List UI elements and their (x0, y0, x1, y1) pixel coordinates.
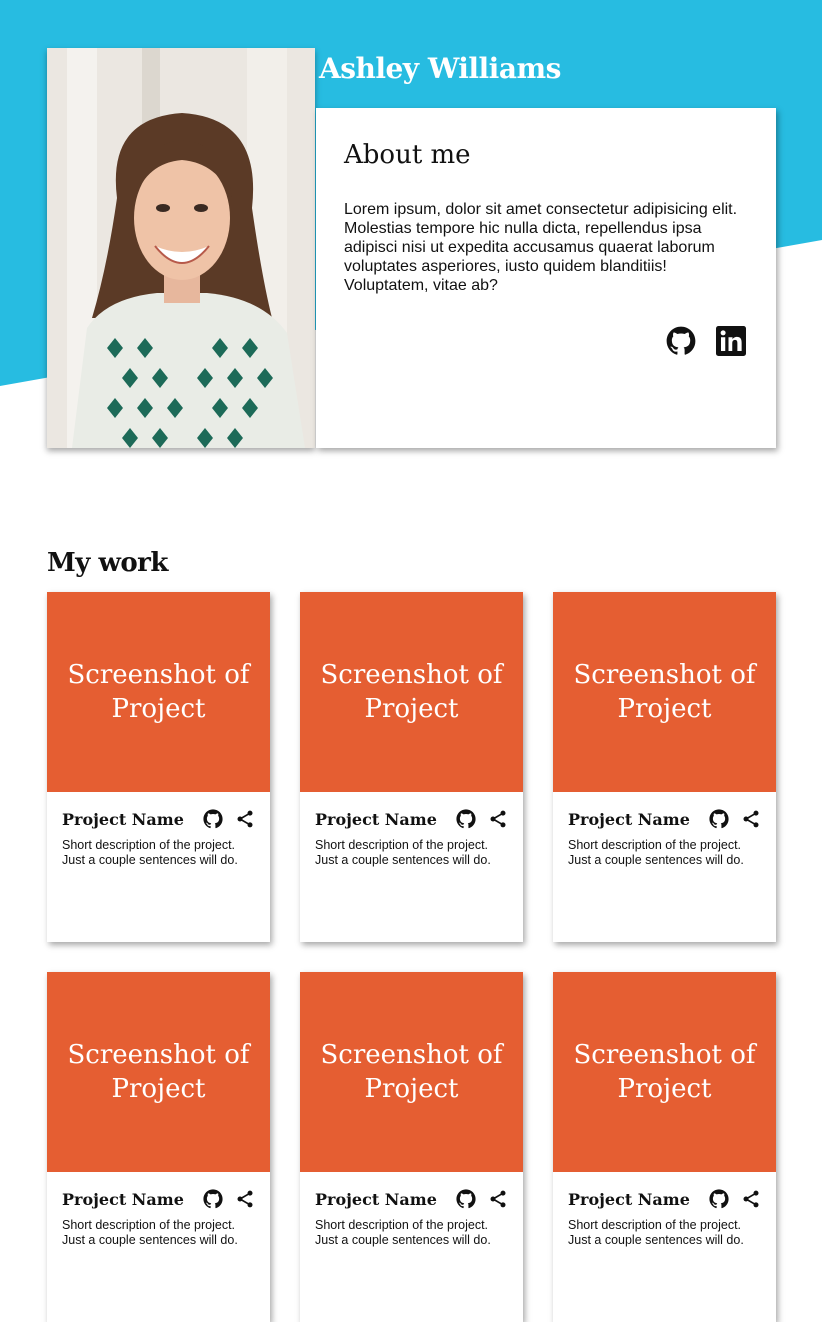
share-icon[interactable] (741, 1189, 761, 1209)
project-card: Screenshot of Project Project Name Short… (47, 592, 270, 942)
project-description: Short description of the project. Just a… (315, 1218, 491, 1247)
project-card: Screenshot of Project Project Name Short… (47, 972, 270, 1322)
project-screenshot-label: Screenshot of Project (573, 660, 756, 724)
project-description: Short description of the project. Just a… (568, 1218, 744, 1247)
about-heading: About me (344, 140, 471, 170)
github-icon[interactable] (203, 1189, 223, 1209)
share-icon[interactable] (488, 809, 508, 829)
github-icon[interactable] (456, 1189, 476, 1209)
project-description: Short description of the project. Just a… (62, 1218, 238, 1247)
project-screenshot[interactable]: Screenshot of Project (47, 592, 270, 792)
social-links (666, 326, 746, 356)
project-description: Short description of the project. Just a… (568, 838, 744, 867)
github-icon[interactable] (666, 326, 696, 356)
share-icon[interactable] (235, 809, 255, 829)
project-name: Project Name (62, 809, 184, 829)
share-icon[interactable] (488, 1189, 508, 1209)
project-screenshot[interactable]: Screenshot of Project (300, 592, 523, 792)
about-card: About me Lorem ipsum, dolor sit amet con… (316, 108, 776, 448)
project-screenshot[interactable]: Screenshot of Project (553, 972, 776, 1172)
project-screenshot-label: Screenshot of Project (320, 1040, 503, 1104)
project-name: Project Name (568, 809, 690, 829)
project-screenshot-label: Screenshot of Project (67, 660, 250, 724)
project-screenshot[interactable]: Screenshot of Project (553, 592, 776, 792)
project-screenshot-label: Screenshot of Project (320, 660, 503, 724)
project-name: Project Name (62, 1189, 184, 1209)
project-card: Screenshot of Project Project Name Short… (300, 592, 523, 942)
project-card: Screenshot of Project Project Name Short… (553, 972, 776, 1322)
github-icon[interactable] (709, 809, 729, 829)
project-grid: Screenshot of Project Project Name Short… (47, 592, 776, 1322)
project-name: Project Name (568, 1189, 690, 1209)
share-icon[interactable] (741, 809, 761, 829)
github-icon[interactable] (456, 809, 476, 829)
profile-name: Ashley Williams (319, 52, 561, 85)
project-screenshot-label: Screenshot of Project (67, 1040, 250, 1104)
project-screenshot[interactable]: Screenshot of Project (47, 972, 270, 1172)
github-icon[interactable] (203, 809, 223, 829)
project-card: Screenshot of Project Project Name Short… (553, 592, 776, 942)
project-name: Project Name (315, 1189, 437, 1209)
profile-photo (47, 48, 315, 448)
github-icon[interactable] (709, 1189, 729, 1209)
project-screenshot[interactable]: Screenshot of Project (300, 972, 523, 1172)
project-card: Screenshot of Project Project Name Short… (300, 972, 523, 1322)
project-description: Short description of the project. Just a… (315, 838, 491, 867)
project-screenshot-label: Screenshot of Project (573, 1040, 756, 1104)
my-work-heading: My work (47, 548, 168, 578)
project-description: Short description of the project. Just a… (62, 838, 238, 867)
linkedin-icon[interactable] (716, 326, 746, 356)
project-name: Project Name (315, 809, 437, 829)
about-text: Lorem ipsum, dolor sit amet consectetur … (344, 201, 738, 294)
share-icon[interactable] (235, 1189, 255, 1209)
